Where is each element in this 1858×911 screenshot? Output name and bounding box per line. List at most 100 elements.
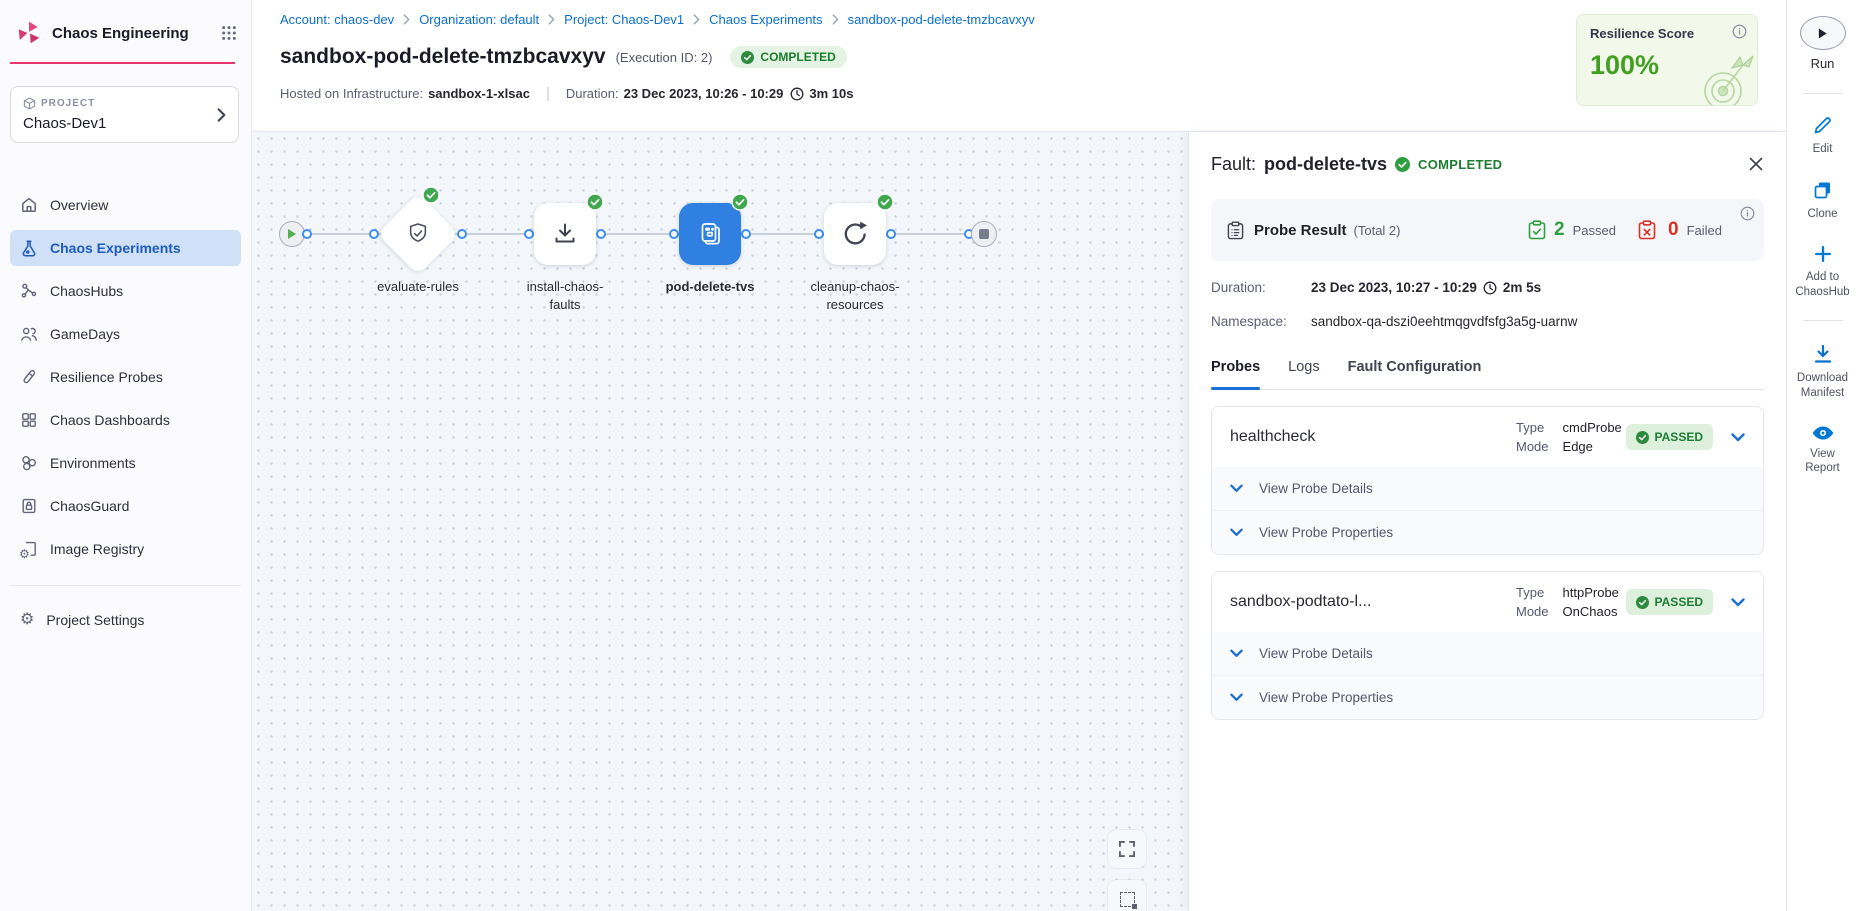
view-probe-properties-label: View Probe Properties: [1259, 525, 1393, 540]
fault-status: COMPLETED: [1418, 157, 1502, 172]
probe-status-badge: PASSED: [1626, 589, 1713, 615]
run-button[interactable]: [1800, 16, 1846, 50]
sidebar-item-chaos-experiments[interactable]: Chaos Experiments: [10, 230, 241, 266]
breadcrumb: Account: chaos-dev Organization: default…: [280, 12, 1786, 27]
probe-result-title: Probe Result: [1254, 222, 1347, 239]
pod-fault-icon: [695, 219, 725, 249]
port-dot: [741, 229, 751, 239]
sidebar: Chaos Engineering PROJECT Chaos-Dev1: [0, 0, 252, 911]
hosted-value: sandbox-1-xlsac: [428, 86, 530, 101]
tab-probes[interactable]: Probes: [1211, 359, 1260, 389]
clone-label: Clone: [1807, 207, 1837, 222]
sidebar-item-overview[interactable]: Overview: [10, 187, 241, 223]
fault-namespace-value: sandbox-qa-dszi0eehtmqgvdfsfg3a5g-uarnw: [1311, 314, 1577, 329]
elapsed-time: 3m 10s: [809, 86, 853, 101]
port-dot: [302, 229, 312, 239]
probe-type: httpProbe: [1563, 585, 1619, 600]
fault-label: Fault:: [1211, 154, 1256, 175]
clock-icon: [790, 87, 804, 101]
node-install-chaos-faults[interactable]: [534, 203, 596, 265]
environments-cluster-icon: [20, 454, 38, 472]
probe-total: (Total 2): [1354, 223, 1401, 238]
edit-button[interactable]: Edit: [1812, 114, 1834, 157]
check-circle-icon: [1636, 596, 1649, 609]
project-selector[interactable]: PROJECT Chaos-Dev1: [10, 86, 239, 143]
clone-button[interactable]: Clone: [1807, 179, 1837, 222]
hosted-label: Hosted on Infrastructure:: [280, 86, 423, 101]
probe-result-summary: Probe Result (Total 2) 2 Passed: [1211, 199, 1764, 261]
view-probe-details-row[interactable]: View Probe Details: [1212, 632, 1763, 675]
view-report-button[interactable]: View Report: [1798, 425, 1848, 477]
probe-mode: OnChaos: [1563, 604, 1619, 619]
breadcrumb-link-account[interactable]: Account: chaos-dev: [280, 12, 394, 27]
selection-tool-button[interactable]: [1108, 880, 1146, 911]
node-label: cleanup-chaos-resources: [800, 278, 910, 314]
main-area: Account: chaos-dev Organization: default…: [252, 0, 1786, 911]
fault-namespace-row: Namespace: sandbox-qa-dszi0eehtmqgvdfsfg…: [1211, 314, 1764, 329]
probe-mode: Edge: [1563, 439, 1622, 454]
meta-separator: |: [546, 85, 550, 102]
status-badge: COMPLETED: [730, 46, 846, 68]
port-dot: [524, 229, 534, 239]
duration-value: 23 Dec 2023, 10:26 - 10:29: [624, 86, 784, 101]
clipboard-icon: [1227, 221, 1244, 240]
view-probe-properties-row[interactable]: View Probe Properties: [1212, 675, 1763, 719]
sidebar-item-chaos-dashboards[interactable]: Chaos Dashboards: [10, 402, 241, 438]
sidebar-item-environments[interactable]: Environments: [10, 445, 241, 481]
port-dot: [457, 229, 467, 239]
chevron-down-icon: [1230, 484, 1243, 493]
node-pod-delete-tvs[interactable]: [679, 203, 741, 265]
node-label: pod-delete-tvs: [640, 278, 780, 296]
app-switcher-grid-icon[interactable]: [221, 25, 237, 41]
probe-card-sandbox-podtato: sandbox-podtato-l... Type httpProbe Mode…: [1211, 571, 1764, 720]
info-icon[interactable]: [1740, 206, 1755, 221]
node-evaluate-rules[interactable]: [377, 193, 459, 275]
mode-label: Mode: [1516, 604, 1549, 619]
pipeline-end-node[interactable]: [971, 221, 997, 247]
download-manifest-button[interactable]: Download Manifest: [1791, 343, 1855, 401]
page-header: Account: chaos-dev Organization: default…: [252, 0, 1786, 132]
fullscreen-button[interactable]: [1108, 830, 1146, 868]
breadcrumb-link-project[interactable]: Project: Chaos-Dev1: [564, 12, 684, 27]
view-probe-properties-label: View Probe Properties: [1259, 690, 1393, 705]
breadcrumb-link-experiment[interactable]: sandbox-pod-delete-tmzbcavxyv: [848, 12, 1035, 27]
pencil-icon: [1812, 114, 1834, 136]
sidebar-item-chaoshubs[interactable]: ChaosHubs: [10, 273, 241, 309]
sidebar-item-label: ChaosGuard: [50, 498, 129, 514]
type-label: Type: [1516, 585, 1549, 600]
run-label: Run: [1811, 56, 1835, 73]
pipeline-canvas[interactable]: evaluate-rules install-chaos-faults: [252, 132, 1188, 911]
fault-duration-row: Duration: 23 Dec 2023, 10:27 - 10:29 2m …: [1211, 280, 1764, 295]
node-cleanup-chaos-resources[interactable]: [824, 203, 886, 265]
chevron-down-icon[interactable]: [1731, 598, 1745, 607]
refresh-icon: [840, 219, 870, 249]
brand-divider: [10, 62, 235, 64]
info-icon[interactable]: [1732, 24, 1747, 39]
add-to-chaoshub-label: Add to ChaosHub: [1792, 270, 1854, 300]
sidebar-item-gamedays[interactable]: GameDays: [10, 316, 241, 352]
add-to-chaoshub-button[interactable]: Add to ChaosHub: [1792, 244, 1854, 300]
play-icon: [1817, 27, 1828, 40]
node-label: evaluate-rules: [348, 278, 488, 296]
sidebar-item-label: ChaosHubs: [50, 283, 123, 299]
type-label: Type: [1516, 420, 1549, 435]
breadcrumb-link-organization[interactable]: Organization: default: [419, 12, 539, 27]
sidebar-item-project-settings[interactable]: ⚙ Project Settings: [10, 602, 241, 638]
breadcrumb-link-chaos-experiments[interactable]: Chaos Experiments: [709, 12, 822, 27]
sidebar-item-label: Chaos Experiments: [50, 240, 181, 256]
chevron-right-icon: [403, 14, 410, 25]
sidebar-item-resilience-probes[interactable]: Resilience Probes: [10, 359, 241, 395]
close-icon[interactable]: [1748, 156, 1764, 172]
sidebar-item-chaosguard[interactable]: ChaosGuard: [10, 488, 241, 524]
view-probe-details-row[interactable]: View Probe Details: [1212, 467, 1763, 510]
sidebar-item-image-registry[interactable]: ⚙ Image Registry: [10, 531, 241, 567]
chevron-down-icon[interactable]: [1731, 433, 1745, 442]
sidebar-item-label: Environments: [50, 455, 136, 471]
clipboard-check-icon: [1528, 220, 1546, 240]
fault-detail-panel: Fault: pod-delete-tvs COMPLETED Probe Re…: [1188, 132, 1786, 911]
tab-logs[interactable]: Logs: [1288, 359, 1319, 389]
view-probe-properties-row[interactable]: View Probe Properties: [1212, 510, 1763, 554]
port-dot: [886, 229, 896, 239]
sidebar-divider: [10, 585, 241, 586]
tab-fault-configuration[interactable]: Fault Configuration: [1348, 359, 1482, 389]
